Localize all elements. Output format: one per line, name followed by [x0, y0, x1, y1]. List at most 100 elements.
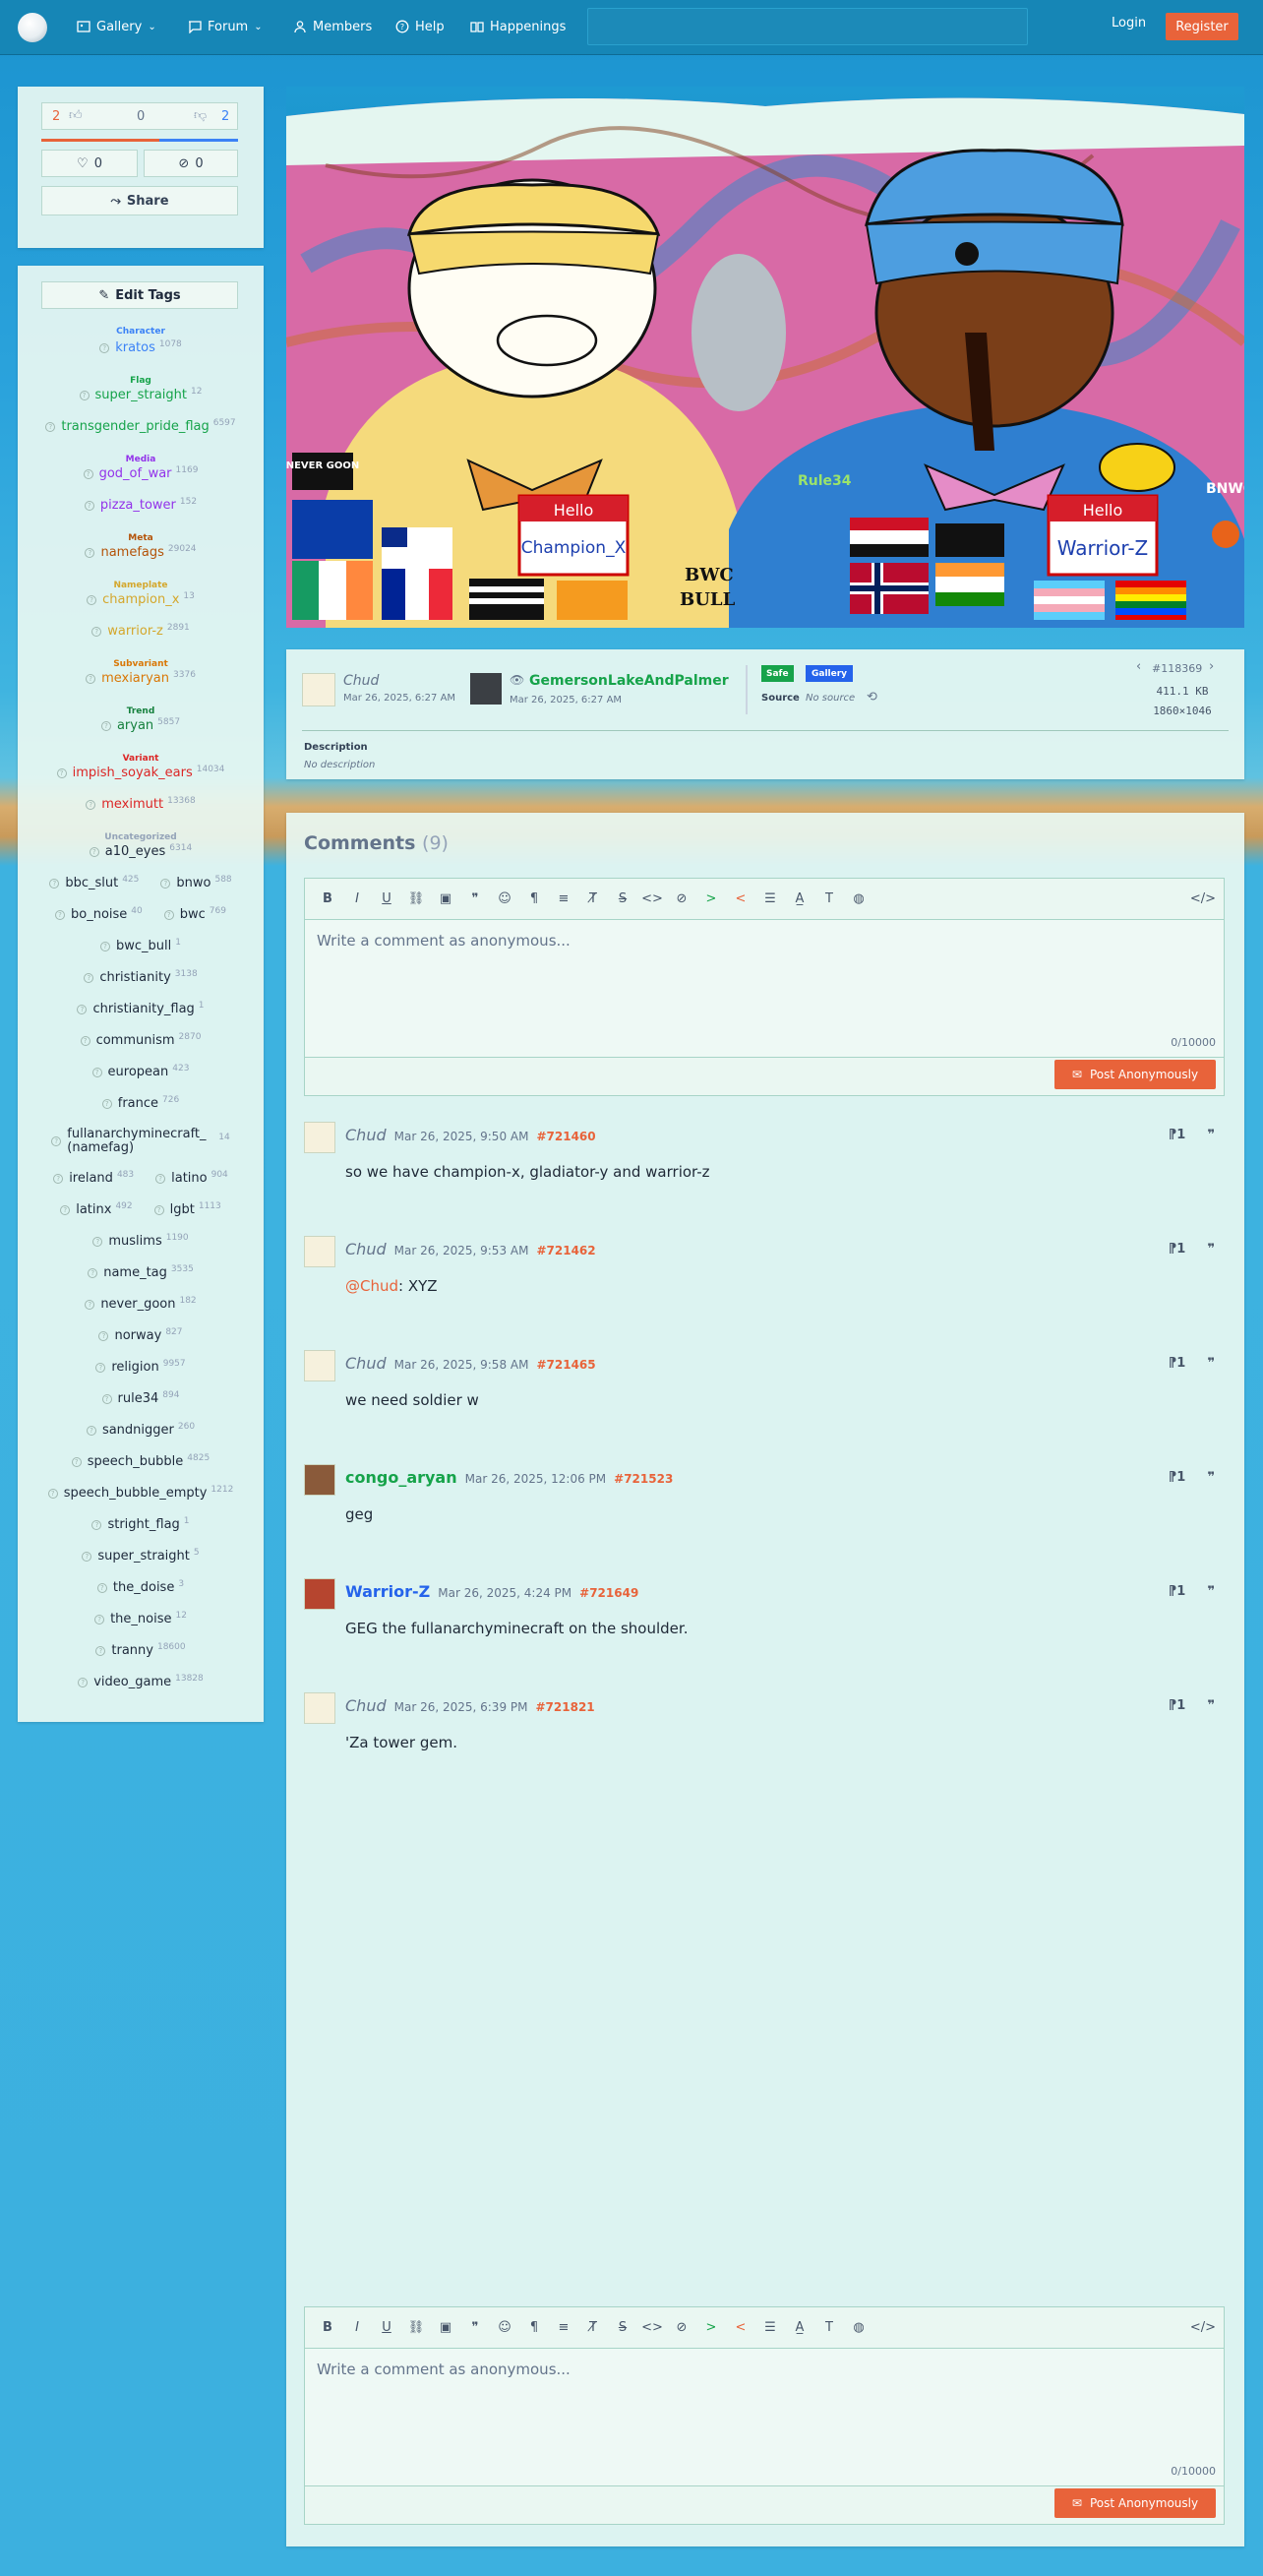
- tag-info-icon[interactable]: ?: [98, 1330, 109, 1341]
- tag-link[interactable]: transgender_pride_flag: [61, 419, 209, 434]
- avatar[interactable]: [304, 1578, 335, 1610]
- quote-icon[interactable]: ❞: [1207, 1698, 1215, 1713]
- nav-members[interactable]: Members: [293, 16, 372, 37]
- tag-link[interactable]: speech_bubble_empty: [64, 1486, 208, 1501]
- favorite-button[interactable]: ♡ 0: [41, 150, 138, 177]
- tag-info-icon[interactable]: ?: [155, 1173, 166, 1184]
- tag-info-icon[interactable]: ?: [80, 1035, 90, 1046]
- list-icon[interactable]: ≡: [549, 891, 578, 906]
- strikethrough-icon[interactable]: S: [608, 891, 637, 906]
- tag-info-icon[interactable]: ?: [83, 468, 93, 479]
- approver-name[interactable]: GemersonLakeAndPalmer: [529, 673, 729, 689]
- tag-info-icon[interactable]: ?: [45, 421, 56, 432]
- comment-username[interactable]: Chud: [345, 1126, 387, 1144]
- italic-icon[interactable]: I: [342, 891, 372, 906]
- tag-info-icon[interactable]: ?: [153, 1204, 164, 1215]
- tag-link[interactable]: bo_noise: [71, 907, 127, 922]
- tag-info-icon[interactable]: ?: [78, 1677, 89, 1687]
- image-icon[interactable]: ▣: [431, 891, 460, 906]
- search-input[interactable]: [587, 8, 1028, 45]
- quote-icon[interactable]: ❞: [460, 891, 490, 906]
- comment-textarea-bottom[interactable]: Write a comment as anonymous... 0/10000: [305, 2349, 1224, 2486]
- post-anonymously-button-top[interactable]: ✉ Post Anonymously: [1054, 1060, 1216, 1089]
- link-icon[interactable]: ⛓: [401, 2320, 431, 2335]
- color-icon[interactable]: A̲: [785, 891, 814, 906]
- tag-link[interactable]: rule34: [118, 1391, 159, 1406]
- code-icon[interactable]: <>: [637, 2320, 667, 2335]
- emoji-icon[interactable]: ☺: [490, 2320, 519, 2335]
- type-badge[interactable]: Gallery: [806, 665, 854, 682]
- source-toggle-icon[interactable]: </>: [1188, 2320, 1218, 2335]
- tag-link[interactable]: latino: [171, 1171, 207, 1186]
- tag-info-icon[interactable]: ?: [86, 673, 96, 684]
- tag-info-icon[interactable]: ?: [100, 941, 110, 951]
- tag-info-icon[interactable]: ?: [100, 720, 111, 731]
- tag-info-icon[interactable]: ?: [85, 547, 95, 558]
- register-button[interactable]: Register: [1166, 13, 1238, 40]
- tag-link[interactable]: bwc_bull: [116, 939, 171, 953]
- color-icon[interactable]: A̲: [785, 2320, 814, 2335]
- history-icon[interactable]: ⟲: [867, 690, 877, 705]
- image-icon[interactable]: ▣: [431, 2320, 460, 2335]
- tag-link[interactable]: the_noise: [110, 1612, 171, 1626]
- comment-id-link[interactable]: #721465: [536, 1358, 595, 1372]
- tag-info-icon[interactable]: ?: [53, 1173, 64, 1184]
- tag-link[interactable]: champion_x: [102, 592, 179, 607]
- clear-format-icon[interactable]: T̸: [578, 891, 608, 906]
- bold-icon[interactable]: B: [313, 2320, 342, 2335]
- avatar[interactable]: [304, 1236, 335, 1267]
- orangetext-icon[interactable]: <: [726, 2320, 755, 2335]
- prev-post-icon[interactable]: ‹: [1136, 659, 1141, 674]
- reply-icon[interactable]: ⁋1: [1169, 1470, 1185, 1485]
- post-image[interactable]: NEVER GOON Hello Champion_X BWC BULL Hel…: [286, 87, 1244, 628]
- link-icon[interactable]: ⛓: [401, 891, 431, 906]
- tag-info-icon[interactable]: ?: [60, 1204, 71, 1215]
- tag-link[interactable]: kratos: [115, 340, 155, 355]
- tag-info-icon[interactable]: ?: [84, 500, 94, 511]
- tag-link[interactable]: super_straight: [95, 388, 188, 402]
- spoiler-icon[interactable]: ⊘: [667, 2320, 696, 2335]
- post-anonymously-button-bottom[interactable]: ✉ Post Anonymously: [1054, 2488, 1216, 2518]
- hide-button[interactable]: ⊘ 0: [144, 150, 238, 177]
- edit-tags-button[interactable]: ✎ Edit Tags: [41, 281, 238, 309]
- comment-username[interactable]: congo_aryan: [345, 1468, 457, 1487]
- source-toggle-icon[interactable]: </>: [1188, 891, 1218, 906]
- tag-info-icon[interactable]: ?: [94, 1614, 105, 1625]
- tag-link[interactable]: lgbt: [170, 1202, 195, 1217]
- greentext-icon[interactable]: >: [696, 891, 726, 906]
- tag-info-icon[interactable]: ?: [101, 1098, 112, 1109]
- uploader-name[interactable]: Chud: [343, 673, 379, 689]
- comment-id-link[interactable]: #721821: [535, 1700, 594, 1714]
- tag-link[interactable]: warrior-z: [107, 624, 163, 639]
- uploader-avatar[interactable]: [302, 673, 335, 706]
- tag-info-icon[interactable]: ?: [160, 878, 171, 889]
- tag-link[interactable]: fullanarchyminecraft_(namefag): [67, 1128, 214, 1155]
- share-button[interactable]: ⤳ Share: [41, 186, 238, 215]
- italic-icon[interactable]: I: [342, 2320, 372, 2335]
- tag-link[interactable]: religion: [111, 1360, 158, 1375]
- bold-icon[interactable]: B: [313, 891, 342, 906]
- quote-icon[interactable]: ❞: [1207, 1470, 1215, 1485]
- tag-link[interactable]: god_of_war: [99, 466, 172, 481]
- tag-link[interactable]: never_goon: [100, 1297, 175, 1312]
- tag-info-icon[interactable]: ?: [95, 1362, 106, 1373]
- underline-icon[interactable]: U: [372, 891, 401, 906]
- align-icon[interactable]: ☰: [755, 891, 785, 906]
- tag-link[interactable]: bwc: [180, 907, 206, 922]
- nav-help[interactable]: ? Help: [395, 16, 445, 37]
- tag-link[interactable]: latinx: [76, 1202, 111, 1217]
- tag-link[interactable]: namefags: [100, 545, 163, 560]
- list-icon[interactable]: ≡: [549, 2320, 578, 2335]
- tag-link[interactable]: the_doise: [113, 1580, 174, 1595]
- tag-info-icon[interactable]: ?: [95, 1645, 106, 1656]
- comment-username[interactable]: Warrior-Z: [345, 1582, 430, 1601]
- reply-icon[interactable]: ⁋1: [1169, 1128, 1185, 1142]
- strikethrough-icon[interactable]: S: [608, 2320, 637, 2335]
- comment-id-link[interactable]: #721460: [536, 1130, 595, 1143]
- tag-link[interactable]: france: [118, 1096, 158, 1111]
- tag-link[interactable]: european: [108, 1065, 169, 1079]
- tag-link[interactable]: bnwo: [176, 876, 210, 890]
- tag-info-icon[interactable]: ?: [84, 972, 94, 983]
- quote-icon[interactable]: ❞: [1207, 1242, 1215, 1257]
- comment-mention[interactable]: @Chud: [345, 1277, 398, 1295]
